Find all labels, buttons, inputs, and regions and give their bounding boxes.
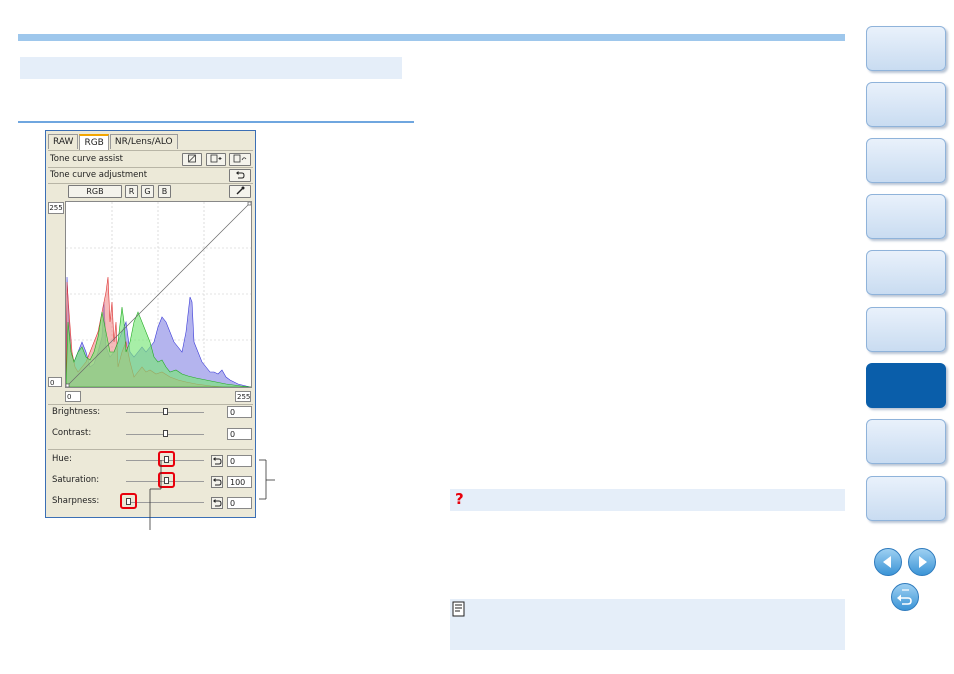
undo-icon (236, 171, 245, 179)
graph-y-max-label: 255 (48, 202, 64, 214)
sharpness-highlight (120, 493, 137, 509)
panel-tabs: RAW RGB NR/Lens/ALO (48, 134, 179, 151)
curve-start-handle[interactable] (65, 383, 70, 388)
return-icon (897, 589, 912, 605)
return-button[interactable] (891, 583, 919, 611)
nav-tab-3[interactable] (866, 138, 946, 183)
nav-tab-1[interactable] (866, 26, 946, 71)
question-mark-icon: ? (455, 490, 464, 508)
reset-curve-icon (233, 154, 247, 163)
brightness-label: Brightness: (52, 407, 101, 417)
add-point-icon (210, 154, 222, 163)
prev-arrow-icon (883, 556, 891, 568)
contrast-label: Contrast: (52, 428, 92, 438)
memo-icon (452, 601, 465, 617)
top-accent-bar (18, 34, 845, 41)
sliders-divider (48, 449, 253, 450)
section-underline (18, 121, 414, 123)
previous-page-button[interactable] (874, 548, 902, 576)
brightness-slider-thumb[interactable] (163, 408, 168, 415)
nav-tab-9[interactable] (866, 476, 946, 521)
tabs-divider (48, 150, 253, 151)
input-min-field[interactable]: 0 (65, 391, 81, 402)
input-max-field[interactable]: 255 (235, 391, 251, 402)
saturation-label: Saturation: (52, 475, 100, 485)
eyedropper-button[interactable] (229, 185, 251, 198)
reset-curve-button[interactable] (229, 153, 251, 166)
nav-tab-8[interactable] (866, 419, 946, 464)
nav-tab-2[interactable] (866, 82, 946, 127)
nav-tab-7-active[interactable] (866, 363, 946, 408)
tone-curve-graph[interactable] (65, 201, 252, 388)
note-box (450, 599, 845, 650)
next-page-button[interactable] (908, 548, 936, 576)
graph-divider (48, 404, 253, 405)
edit-curve-button[interactable] (182, 153, 202, 166)
next-arrow-icon (919, 556, 927, 568)
channel-rgb-button[interactable]: RGB (68, 185, 122, 198)
eyedropper-icon (236, 186, 245, 195)
channel-g-button[interactable]: G (141, 185, 154, 198)
nav-tab-5[interactable] (866, 250, 946, 295)
curve-end-handle[interactable] (247, 201, 252, 206)
channel-r-button[interactable]: R (125, 185, 138, 198)
undo-curve-button[interactable] (229, 169, 251, 182)
callout-lines (149, 459, 275, 530)
channel-b-button[interactable]: B (158, 185, 171, 198)
question-bar: ? (450, 489, 845, 511)
edit-curve-icon (188, 154, 196, 163)
tab-rgb[interactable]: RGB (79, 134, 109, 151)
histogram-chart (65, 201, 252, 388)
nav-tab-4[interactable] (866, 194, 946, 239)
hue-label: Hue: (52, 454, 72, 464)
channel-row: RGB R G B (48, 184, 253, 198)
sharpness-label: Sharpness: (52, 496, 100, 506)
graph-y-min-label: 0 (48, 377, 62, 387)
tone-curve-assist-label: Tone curve assist (50, 154, 123, 164)
tab-nr-lens-alo[interactable]: NR/Lens/ALO (109, 134, 178, 149)
contrast-value-field[interactable]: 0 (227, 428, 252, 440)
tone-curve-adjustment-row: Tone curve adjustment (48, 168, 253, 182)
add-point-button[interactable] (206, 153, 226, 166)
section-heading-bar (20, 57, 402, 79)
brightness-value-field[interactable]: 0 (227, 406, 252, 418)
tone-curve-assist-row: Tone curve assist (48, 152, 253, 166)
contrast-slider-thumb[interactable] (163, 430, 168, 437)
nav-tab-6[interactable] (866, 307, 946, 352)
tone-curve-adjustment-label: Tone curve adjustment (50, 170, 148, 180)
tab-raw[interactable]: RAW (48, 134, 79, 149)
